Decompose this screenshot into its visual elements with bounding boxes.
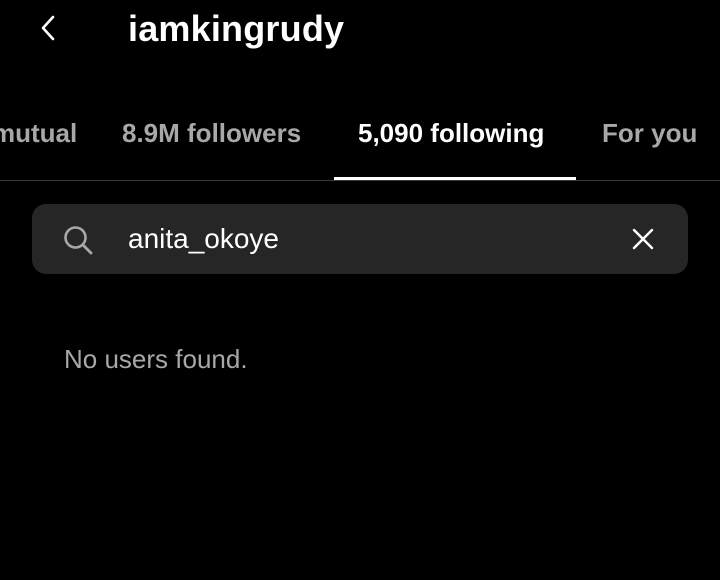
chevron-left-icon — [41, 15, 55, 41]
back-button[interactable] — [30, 8, 66, 48]
tab-for-you[interactable]: For you — [602, 116, 697, 150]
tab-following[interactable]: 5,090 following — [358, 116, 544, 150]
top-bar: iamkingrudy — [0, 0, 720, 60]
profile-username: iamkingrudy — [128, 8, 345, 49]
clear-search-button[interactable] — [628, 224, 658, 254]
tab-followers[interactable]: 8.9M followers — [122, 116, 301, 150]
tabs-divider — [0, 180, 720, 181]
search-bar — [32, 204, 688, 274]
tab-bar: mutual 8.9M followers 5,090 following Fo… — [0, 100, 720, 180]
tab-mutual[interactable]: mutual — [0, 116, 77, 150]
search-icon — [64, 226, 93, 255]
search-input[interactable] — [128, 217, 608, 261]
no-results-message: No users found. — [64, 344, 248, 374]
close-icon — [632, 228, 654, 250]
